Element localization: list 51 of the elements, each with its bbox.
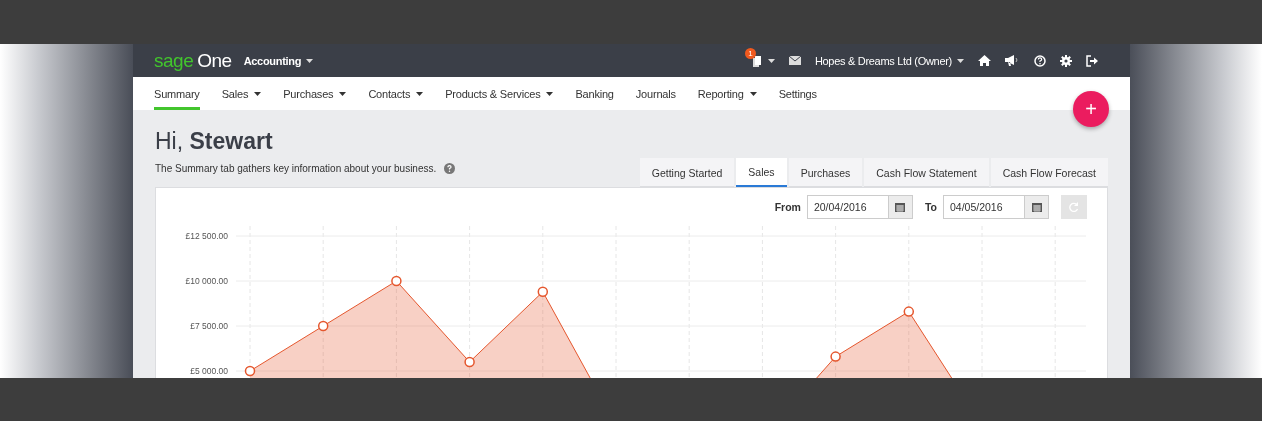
nav-tab[interactable]: Contacts	[368, 77, 424, 110]
data-point	[317, 320, 329, 332]
from-label: From	[774, 201, 801, 213]
report-tab[interactable]: Sales	[736, 158, 787, 187]
data-point	[903, 306, 915, 317]
product-name: One	[197, 49, 232, 72]
report-tab[interactable]: Cash Flow Statement	[864, 158, 989, 187]
report-tab[interactable]: Getting Started	[639, 158, 735, 187]
data-point	[464, 356, 475, 368]
nav-tab[interactable]: Sales	[221, 77, 262, 110]
to-label: To	[924, 201, 937, 213]
y-axis-label: £5 000.00	[190, 366, 228, 376]
report-tab[interactable]: Cash Flow Forecast	[990, 158, 1108, 187]
calendar-button[interactable]	[887, 195, 913, 219]
data-point	[537, 286, 549, 298]
mail-icon[interactable]	[788, 56, 801, 65]
y-axis-label: £12 500.00	[185, 231, 228, 241]
nav-tab[interactable]: Products & Services	[445, 77, 554, 110]
y-axis-label: £10 000.00	[185, 276, 228, 286]
nav-tab[interactable]: Reporting	[697, 77, 757, 110]
page-description: The Summary tab gathers key information about your business.	[155, 163, 437, 174]
caret-icon	[767, 58, 775, 63]
nav-tab[interactable]: Banking	[575, 77, 614, 110]
nav-tab[interactable]: Summary	[154, 77, 200, 110]
data-point	[391, 275, 402, 287]
nav-tab[interactable]: Purchases	[283, 77, 347, 110]
logo-wordmark: sage	[154, 49, 194, 72]
megaphone-icon[interactable]	[1005, 55, 1020, 66]
report-tab[interactable]: Purchases	[788, 158, 863, 187]
calendar-icon	[895, 202, 906, 212]
calendar-button[interactable]	[1024, 195, 1049, 219]
nav-tab[interactable]: Journals	[635, 77, 676, 110]
notification-icon[interactable]	[751, 54, 763, 67]
caret-icon	[957, 58, 964, 63]
home-icon[interactable]	[978, 55, 991, 66]
add-button[interactable]: +	[1073, 91, 1109, 127]
account-menu[interactable]: Hopes & Dreams Ltd (Owner)	[814, 54, 964, 67]
nav-tab[interactable]: Settings	[778, 77, 817, 110]
greeting: Hi, Stewart	[155, 128, 274, 155]
logout-icon[interactable]	[1086, 54, 1098, 67]
data-point	[830, 351, 841, 362]
to-date-field[interactable]: 04/05/2016	[943, 195, 1024, 219]
help-icon[interactable]	[1034, 54, 1046, 67]
caret-icon	[306, 58, 314, 63]
app-switcher[interactable]: Accounting	[243, 54, 314, 67]
refresh-icon	[1069, 202, 1079, 212]
settings-icon[interactable]	[1060, 54, 1072, 67]
from-date-field[interactable]: 20/04/2016	[806, 195, 888, 219]
notification-badge: 1	[744, 47, 756, 59]
y-axis-label: £7 500.00	[190, 321, 228, 331]
calendar-icon	[1031, 202, 1042, 212]
